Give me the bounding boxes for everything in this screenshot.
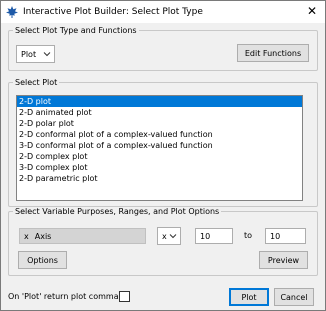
preview-button[interactable]: Preview — [259, 251, 308, 269]
select-plot-group-label: Select Plot — [15, 78, 58, 87]
close-icon[interactable]: ✕ — [307, 5, 317, 17]
plot-button[interactable]: Plot — [229, 288, 269, 306]
plot-type-listbox[interactable]: 2-D plot 2-D animated plot 2-D polar plo… — [16, 95, 303, 201]
plot-list-item[interactable]: 3-D complex plot — [17, 162, 302, 173]
axis-combo-value: x — [162, 231, 167, 241]
plot-list-item[interactable]: 2-D plot — [17, 96, 302, 107]
cancel-button[interactable]: Cancel — [274, 288, 314, 306]
variable-name: x — [24, 231, 29, 241]
title-bar: Interactive Plot Builder: Select Plot Ty… — [1, 1, 325, 23]
chevron-down-icon — [43, 52, 51, 57]
plot-list-item[interactable]: 2-D parametric plot — [17, 173, 302, 184]
maple-leaf-icon — [6, 6, 18, 18]
plot-type-combo[interactable]: Plot — [16, 45, 55, 63]
plot-type-group-label: Select Plot Type and Functions — [15, 26, 137, 35]
return-command-label: On 'Plot' return plot command — [8, 292, 129, 301]
plot-list-item[interactable]: 2-D complex plot — [17, 151, 302, 162]
plot-list-item[interactable]: 2-D animated plot — [17, 107, 302, 118]
plot-list-item[interactable]: 3-D conformal plot of a complex-valued f… — [17, 140, 302, 151]
variable-purpose-field[interactable]: x Axis — [19, 228, 146, 244]
options-group-label: Select Variable Purposes, Ranges, and Pl… — [15, 207, 220, 216]
plot-list-item[interactable]: 2-D conformal plot of a complex-valued f… — [17, 129, 302, 140]
chevron-down-icon — [169, 234, 177, 239]
options-button[interactable]: Options — [18, 251, 67, 269]
plot-list-item[interactable]: 2-D polar plot — [17, 118, 302, 129]
return-command-checkbox[interactable] — [119, 291, 130, 302]
range-to-input[interactable] — [265, 228, 306, 244]
variable-purpose: Axis — [34, 231, 52, 241]
range-from-input[interactable] — [195, 228, 233, 244]
range-to-label: to — [244, 231, 253, 240]
plot-builder-dialog: Interactive Plot Builder: Select Plot Ty… — [0, 0, 326, 311]
plot-type-combo-value: Plot — [21, 49, 37, 59]
edit-functions-button[interactable]: Edit Functions — [237, 44, 309, 62]
axis-combo[interactable]: x — [157, 227, 181, 245]
window-title: Interactive Plot Builder: Select Plot Ty… — [23, 7, 203, 17]
